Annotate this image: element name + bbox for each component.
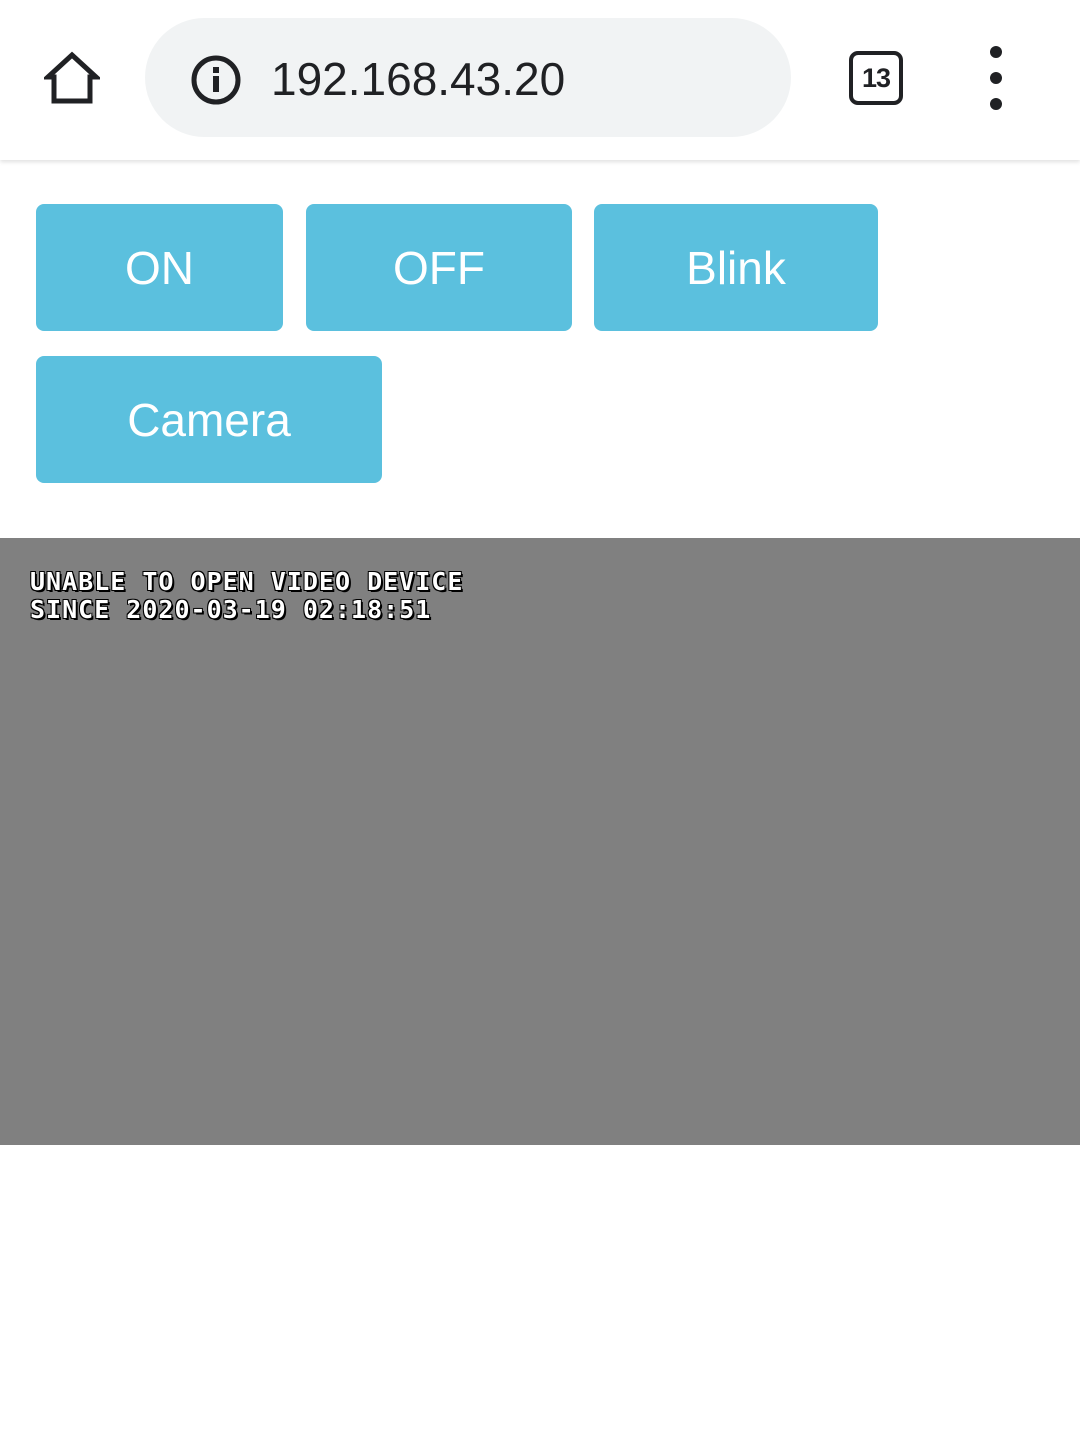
menu-dot [990, 98, 1002, 110]
video-error-line2: SINCE 2020-03-19 02:18:51 [30, 595, 432, 624]
on-button[interactable]: ON [36, 204, 283, 331]
video-stream: UNABLE TO OPEN VIDEO DEVICE SINCE 2020-0… [0, 538, 1080, 1145]
video-error-message: UNABLE TO OPEN VIDEO DEVICE SINCE 2020-0… [30, 568, 463, 624]
off-button[interactable]: OFF [306, 204, 572, 331]
tab-count: 13 [849, 51, 903, 105]
url-text[interactable]: 192.168.43.20 [271, 50, 565, 108]
menu-dot [990, 46, 1002, 58]
menu-dot [990, 72, 1002, 84]
address-bar[interactable]: 192.168.43.20 [145, 18, 791, 137]
home-button[interactable] [34, 42, 110, 114]
home-icon [44, 51, 100, 104]
video-error-line1: UNABLE TO OPEN VIDEO DEVICE [30, 567, 464, 596]
more-vert-icon[interactable] [966, 46, 1026, 110]
camera-button[interactable]: Camera [36, 356, 382, 483]
browser-toolbar: 192.168.43.20 13 [0, 0, 1080, 160]
tab-switcher-button[interactable]: 13 [846, 48, 904, 106]
blink-button[interactable]: Blink [594, 204, 878, 331]
info-icon[interactable] [187, 51, 245, 109]
